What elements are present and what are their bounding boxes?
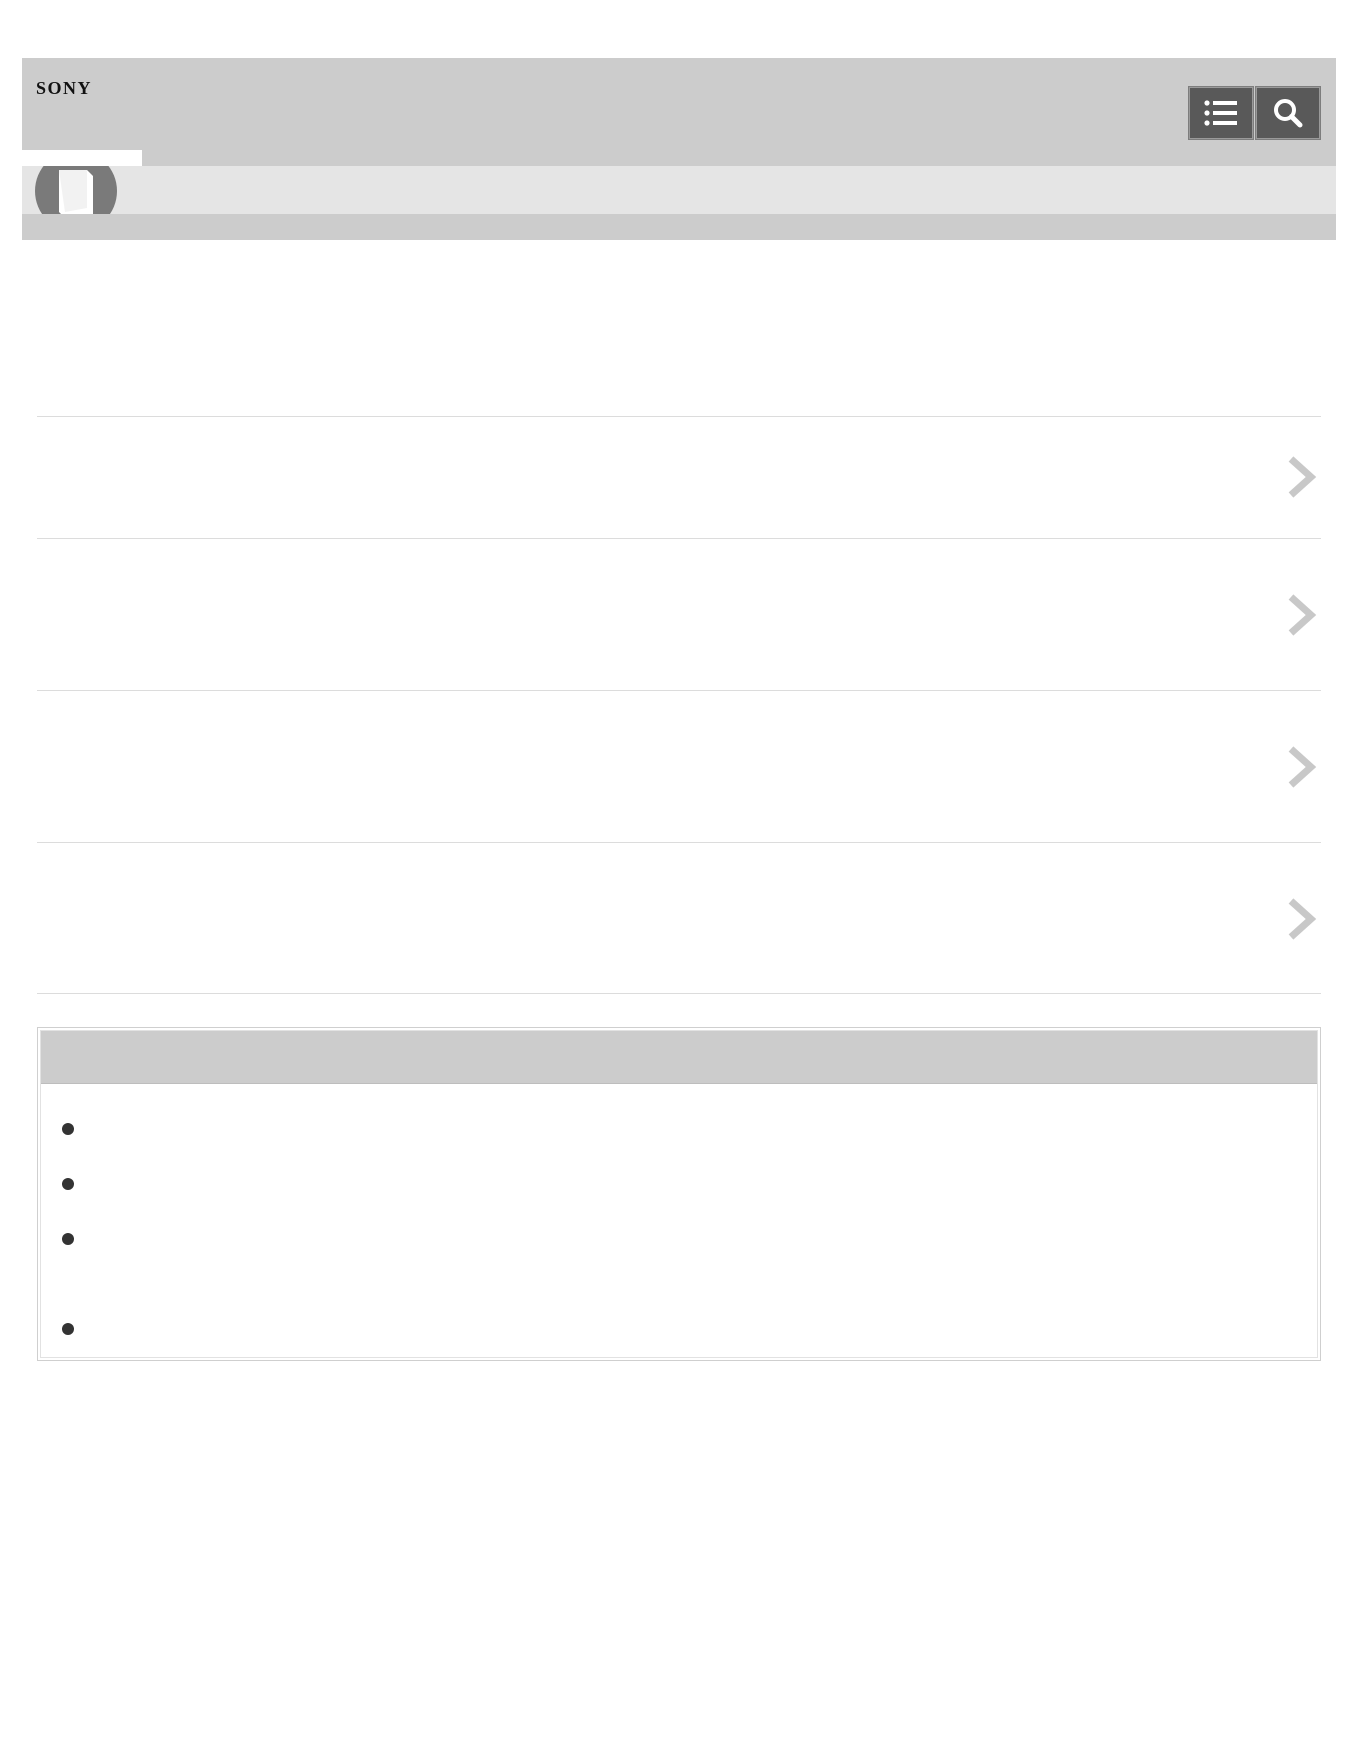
top-header: SONY [22, 58, 1336, 166]
list-item[interactable] [37, 842, 1321, 994]
note-box [37, 1027, 1321, 1361]
list-item[interactable] [37, 416, 1321, 538]
category-bar-bottom [22, 214, 1336, 240]
chevron-right-icon [1288, 746, 1317, 788]
list-icon [1204, 100, 1237, 126]
list-item [62, 1317, 92, 1341]
list-divider [37, 993, 1321, 994]
bullet-icon [62, 1123, 74, 1135]
chevron-right-icon [1288, 456, 1317, 498]
bullet-icon [62, 1233, 74, 1245]
list-item[interactable] [37, 538, 1321, 691]
note-header [41, 1031, 1317, 1084]
table-of-contents-button[interactable] [1188, 86, 1254, 140]
search-button[interactable] [1255, 86, 1321, 140]
list-item [62, 1227, 92, 1251]
search-icon [1274, 99, 1303, 128]
bullet-icon [62, 1323, 74, 1335]
book-icon-bottom-mask [22, 214, 142, 240]
list-item [62, 1117, 92, 1141]
sony-logo: SONY [36, 78, 93, 98]
bullet-icon [62, 1178, 74, 1190]
chevron-right-icon [1288, 594, 1317, 636]
list-item[interactable] [37, 690, 1321, 843]
chevron-right-icon [1288, 898, 1317, 940]
category-bar [22, 166, 1336, 214]
book-icon-top-mask [22, 150, 142, 166]
list-item [62, 1172, 92, 1196]
